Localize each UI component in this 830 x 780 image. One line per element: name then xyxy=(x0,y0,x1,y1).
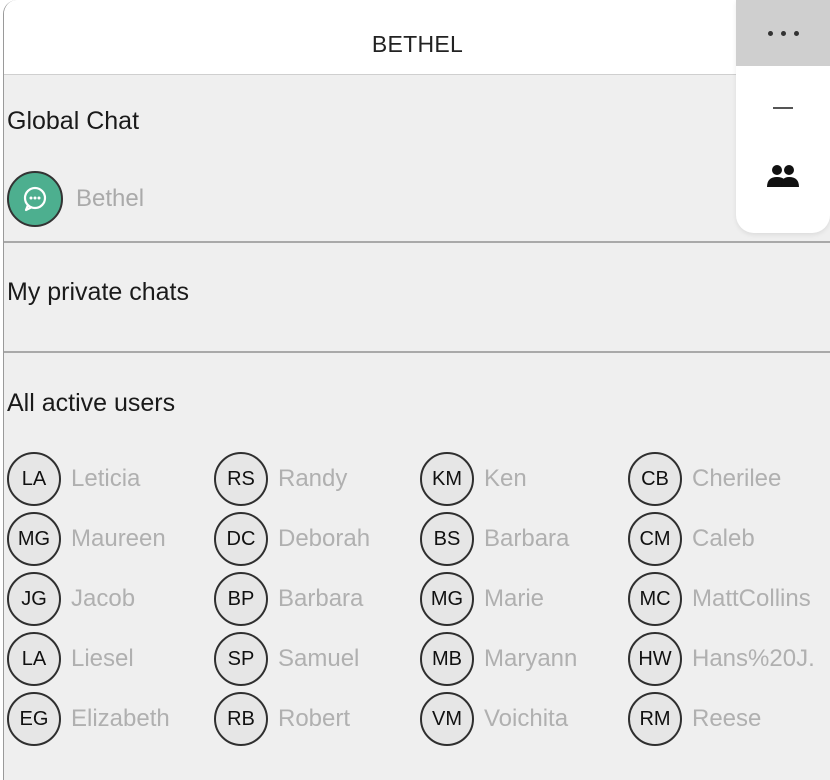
user-name: Jacob xyxy=(71,585,136,612)
user-avatar: CB xyxy=(628,452,682,506)
user-name: Samuel xyxy=(278,645,360,672)
user-item[interactable]: LA Leticia xyxy=(7,450,140,508)
user-item[interactable]: JG Jacob xyxy=(7,570,135,628)
global-chat-item[interactable]: Bethel xyxy=(7,169,144,229)
user-avatar: BS xyxy=(420,512,474,566)
more-options-button[interactable] xyxy=(736,0,830,66)
user-avatar: JG xyxy=(7,572,61,626)
user-avatar: MC xyxy=(628,572,682,626)
user-item[interactable]: EG Elizabeth xyxy=(7,690,170,748)
user-name: Robert xyxy=(278,705,351,732)
user-name: Ken xyxy=(484,465,527,492)
user-item[interactable]: KM Ken xyxy=(420,450,527,508)
user-avatar: LA xyxy=(7,632,61,686)
user-name: Maureen xyxy=(71,525,166,552)
users-icon xyxy=(766,163,800,194)
user-name: Barbara xyxy=(484,525,570,552)
user-name: Marie xyxy=(484,585,545,612)
global-chat-name: Bethel xyxy=(76,185,145,212)
user-name: Hans%20J. xyxy=(692,645,815,672)
user-avatar: SP xyxy=(214,632,268,686)
user-item[interactable]: MG Maureen xyxy=(7,510,166,568)
user-avatar: VM xyxy=(420,692,474,746)
minimize-button[interactable] xyxy=(736,80,830,136)
user-item[interactable]: BP Barbara xyxy=(214,570,363,628)
active-users-heading: All active users xyxy=(7,389,176,417)
user-name: Randy xyxy=(278,465,348,492)
user-item[interactable]: RM Reese xyxy=(628,690,761,748)
user-avatar: MG xyxy=(420,572,474,626)
user-avatar: BP xyxy=(214,572,268,626)
chat-bubble-icon xyxy=(7,171,63,227)
user-avatar: KM xyxy=(420,452,474,506)
user-item[interactable]: CM Caleb xyxy=(628,510,755,568)
user-name: Cherilee xyxy=(692,465,782,492)
user-avatar: HW xyxy=(628,632,682,686)
user-name: Liesel xyxy=(71,645,134,672)
user-name: Leticia xyxy=(71,465,141,492)
side-toolbar xyxy=(736,0,830,233)
chat-panel: BETHEL Global Chat Bethel My private cha… xyxy=(3,0,830,780)
user-name: Caleb xyxy=(692,525,755,552)
more-icon xyxy=(764,30,803,36)
user-item[interactable]: HW Hans%20J. xyxy=(628,630,815,688)
divider xyxy=(4,241,830,243)
minimize-icon xyxy=(773,107,793,109)
user-item[interactable]: BS Barbara xyxy=(420,510,569,568)
user-avatar: MG xyxy=(7,512,61,566)
user-avatar: RM xyxy=(628,692,682,746)
global-chat-heading: Global Chat xyxy=(7,107,140,135)
user-item[interactable]: VM Voichita xyxy=(420,690,568,748)
user-item[interactable]: MB Maryann xyxy=(420,630,577,688)
user-item[interactable]: LA Liesel xyxy=(7,630,134,688)
user-avatar: MB xyxy=(420,632,474,686)
user-item[interactable]: DC Deborah xyxy=(214,510,370,568)
header-bar: BETHEL xyxy=(4,0,830,75)
user-avatar: CM xyxy=(628,512,682,566)
user-item[interactable]: SP Samuel xyxy=(214,630,359,688)
user-item[interactable]: MC MattCollins xyxy=(628,570,811,628)
user-name: Deborah xyxy=(278,525,371,552)
page-title: BETHEL xyxy=(371,31,464,57)
user-item[interactable]: MG Marie xyxy=(420,570,544,628)
private-chats-heading: My private chats xyxy=(7,278,190,306)
user-item[interactable]: CB Cherilee xyxy=(628,450,781,508)
user-avatar: DC xyxy=(214,512,268,566)
user-name: Elizabeth xyxy=(71,705,170,732)
user-name: Barbara xyxy=(278,585,364,612)
user-name: Reese xyxy=(692,705,762,732)
users-button[interactable] xyxy=(736,150,830,206)
user-item[interactable]: RS Randy xyxy=(214,450,347,508)
user-item[interactable]: RB Robert xyxy=(214,690,350,748)
user-name: MattCollins xyxy=(692,585,811,612)
user-name: Maryann xyxy=(484,645,578,672)
user-name: Voichita xyxy=(484,705,569,732)
user-avatar: LA xyxy=(7,452,61,506)
user-avatar: RS xyxy=(214,452,268,506)
user-avatar: RB xyxy=(214,692,268,746)
user-avatar: EG xyxy=(7,692,61,746)
divider xyxy=(4,351,830,353)
